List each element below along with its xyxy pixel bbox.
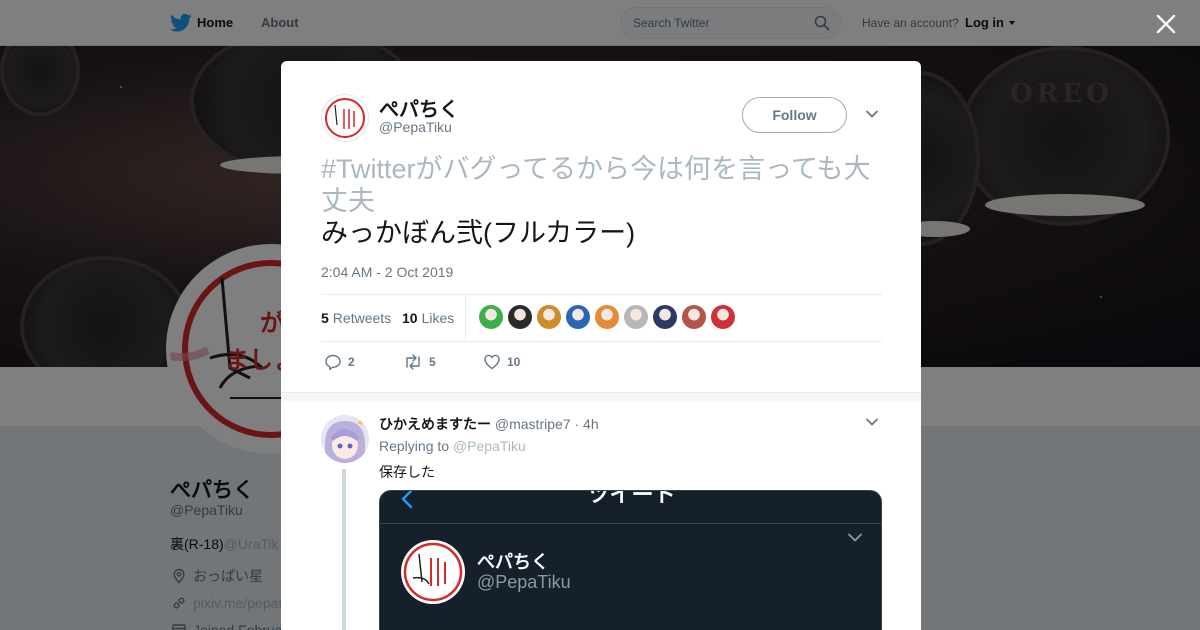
screenshot-author-handle: @PepaTiku [477,572,571,592]
tweet-modal: ぺパちく @PepaTiku Follow #Twitterがバグってるから今は… [281,61,921,630]
follow-button[interactable]: Follow [742,97,847,133]
retweets-count: 5 [321,310,329,326]
reply-count: 2 [348,355,355,369]
like-count: 10 [507,355,521,369]
author-avatar-drawing [325,98,365,138]
liker-avatar[interactable] [682,305,706,329]
screenshot-title: ツイート [587,490,676,507]
replying-handle-link[interactable]: @PepaTiku [453,438,526,454]
retweets-label: Retweets [332,310,392,326]
reply-icon [325,354,341,370]
chevron-down-icon[interactable] [865,109,879,119]
tweet-stats: 5 Retweets 10 Likes [321,294,882,342]
thread-line [342,469,346,630]
reply-action[interactable]: 2 [324,353,355,371]
likes-stat[interactable]: 10 Likes [402,310,454,326]
liker-avatar[interactable] [595,305,619,329]
reply-avatar-drawing [321,415,369,463]
chevron-down-icon[interactable] [865,417,879,427]
reply-text: 保存した [379,464,435,480]
author-avatar[interactable] [321,94,369,142]
retweets-stat[interactable]: 5 Retweets [321,310,391,326]
liker-avatar[interactable] [711,305,735,329]
tweet-text: #Twitterがバグってるから今は何を言っても大丈夫 みっかぼん弐(フルカラー… [321,153,886,249]
screenshot-avatar-drawing [403,542,463,602]
reply-avatar[interactable] [321,415,369,463]
liker-avatar[interactable] [624,305,648,329]
reply-separator: · [574,416,580,432]
replying-to: Replying to @PepaTiku [379,438,526,454]
liker-avatar[interactable] [653,305,677,329]
liker-avatar[interactable] [537,305,561,329]
reply-image[interactable]: ツイート ぺパちく @PepaTiku [379,490,882,630]
tweet-timestamp[interactable]: 2:04 AM - 2 Oct 2019 [321,264,453,280]
screenshot-author-name: ぺパちく [477,552,549,572]
likers-avatars [479,305,735,329]
replies-divider [281,392,921,402]
tweet-actions: 2 5 10 [321,351,621,375]
likes-count: 10 [402,310,418,326]
tweet-body: みっかぼん弐(フルカラー) [321,218,636,248]
retweet-count: 5 [429,355,436,369]
liker-avatar[interactable] [566,305,590,329]
hashtag-link[interactable]: #Twitterがバグってるから今は何を言っても大丈夫 [321,153,886,217]
reply-time[interactable]: 4h [583,416,599,432]
author-name[interactable]: ぺパちく [379,93,459,122]
screenshot-avatar [401,540,465,604]
screenshot-divider [380,523,881,524]
replying-prefix: Replying to [379,438,450,454]
stats-divider [465,295,466,341]
like-action[interactable]: 10 [483,353,520,371]
chevron-down-icon [848,533,862,542]
reply-author-handle[interactable]: @mastripe7 [495,416,571,432]
retweet-action[interactable]: 5 [403,353,436,371]
heart-icon [484,354,500,370]
reply-author-name[interactable]: ひかえめますたー [379,416,491,432]
retweet-icon [406,354,420,370]
author-handle[interactable]: @PepaTiku [379,119,452,135]
likes-label: Likes [421,310,455,326]
liker-avatar[interactable] [508,305,532,329]
reply-header: ひかえめますたー @mastripe7 · 4h [379,414,599,434]
close-icon[interactable] [1155,13,1177,35]
liker-avatar[interactable] [479,305,503,329]
